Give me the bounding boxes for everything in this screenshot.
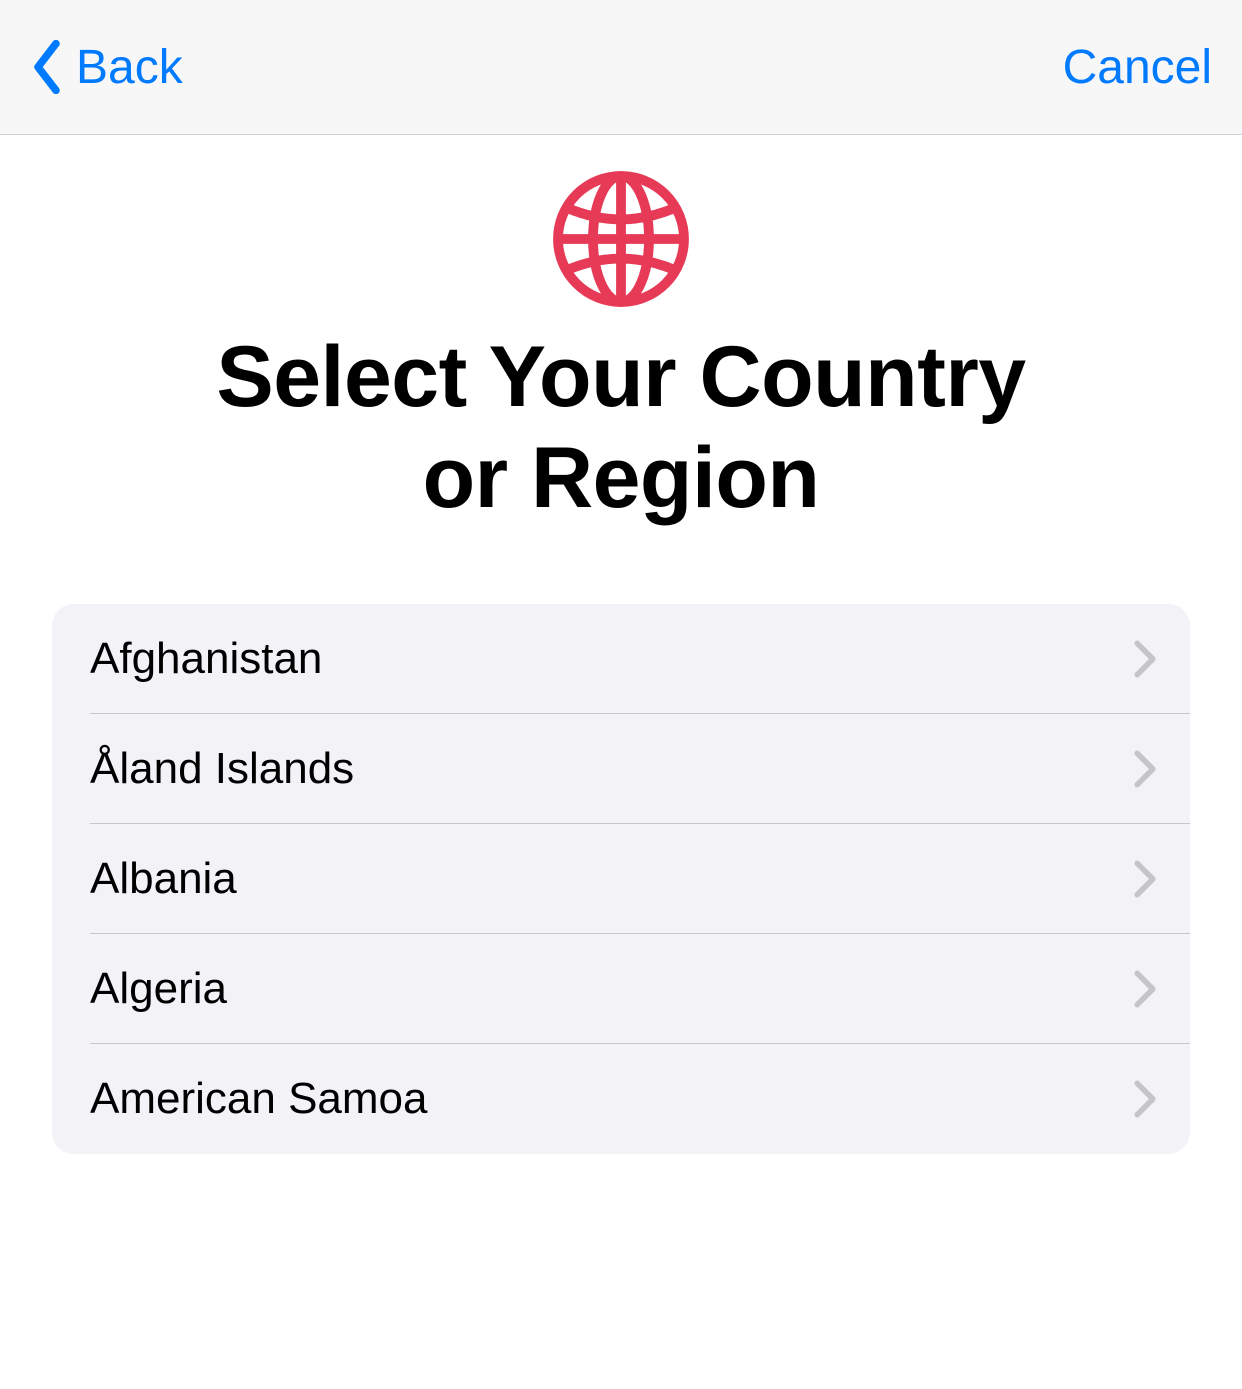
back-button[interactable]: Back [30,40,183,95]
chevron-left-icon [30,40,64,94]
country-label: Albania [90,854,237,904]
chevron-right-icon [1134,640,1156,678]
country-list: Afghanistan Åland Islands Albania Algeri… [52,604,1190,1154]
back-label: Back [76,40,183,95]
country-row[interactable]: American Samoa [52,1044,1190,1154]
page-title: Select Your Country or Region [216,327,1025,530]
cancel-button[interactable]: Cancel [1063,40,1212,95]
country-label: Algeria [90,964,227,1014]
country-label: Åland Islands [90,744,354,794]
chevron-right-icon [1134,860,1156,898]
country-row[interactable]: Afghanistan [52,604,1190,714]
globe-icon [551,169,691,309]
country-row[interactable]: Åland Islands [52,714,1190,824]
country-row[interactable]: Albania [52,824,1190,934]
country-label: American Samoa [90,1074,427,1124]
country-row[interactable]: Algeria [52,934,1190,1044]
chevron-right-icon [1134,970,1156,1008]
navbar: Back Cancel [0,0,1242,135]
country-label: Afghanistan [90,634,322,684]
hero: Select Your Country or Region [0,135,1242,530]
cancel-label: Cancel [1063,41,1212,94]
chevron-right-icon [1134,750,1156,788]
chevron-right-icon [1134,1080,1156,1118]
